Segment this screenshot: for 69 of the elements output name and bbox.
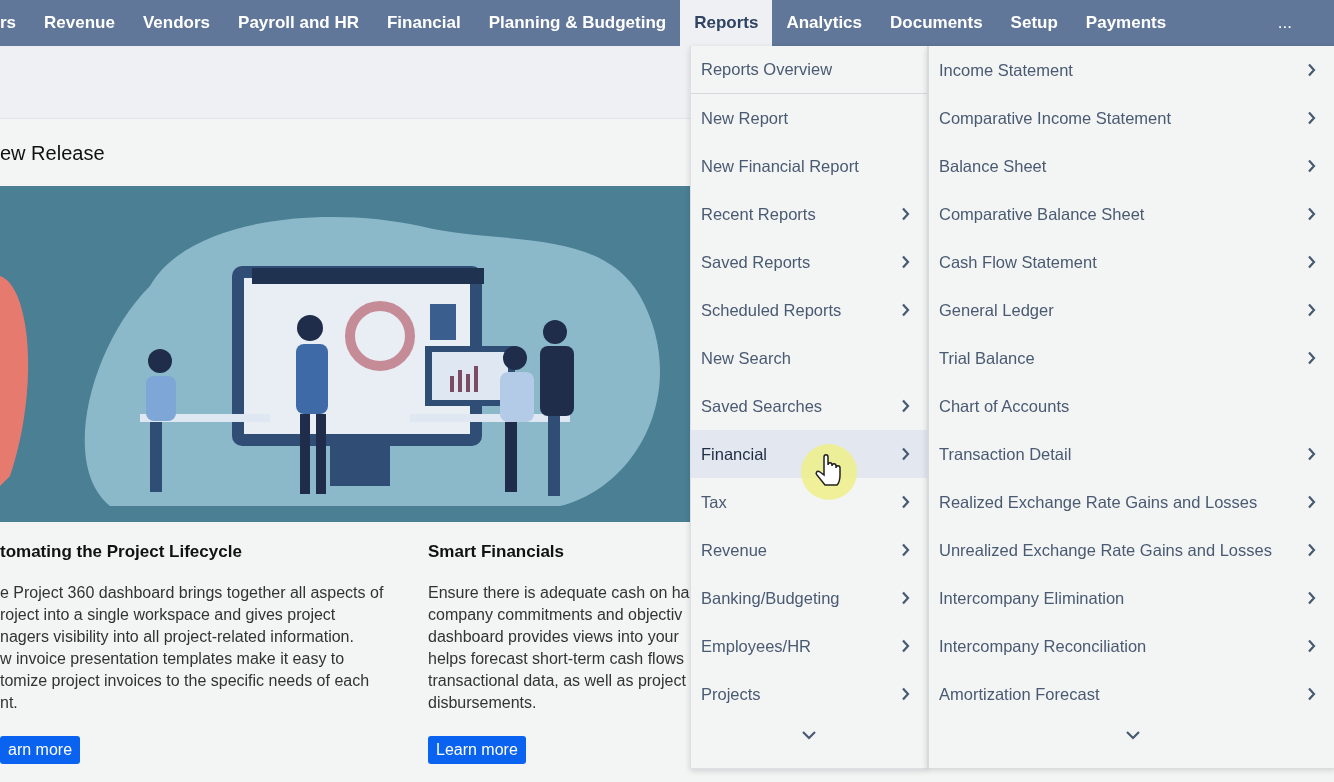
chevron-right-icon [901, 399, 910, 413]
menu-item[interactable]: Trial Balance [929, 334, 1334, 382]
nav-tab[interactable]: Planning & Budgeting [474, 0, 681, 46]
card-title: ew Release [0, 141, 106, 166]
nav-tab[interactable]: Analytics [772, 0, 877, 46]
menu-item[interactable]: New Financial Report [691, 142, 927, 190]
nav-tab[interactable]: Payments [1071, 0, 1181, 46]
menu-item[interactable]: Balance Sheet [929, 142, 1334, 190]
more-button[interactable]: ... [1271, 0, 1298, 46]
nav-tab[interactable]: Documents [876, 0, 997, 46]
nav-tab[interactable]: Reports [680, 0, 773, 46]
menu-item[interactable]: Saved Reports [691, 238, 927, 286]
feature-title: Smart Financials [428, 542, 565, 563]
chevron-right-icon [1307, 687, 1316, 701]
chevron-right-icon [901, 639, 910, 653]
chevron-right-icon [901, 255, 910, 269]
chevron-right-icon [1307, 351, 1316, 365]
chevron-right-icon [901, 207, 910, 221]
chevron-right-icon [901, 687, 910, 701]
nav-tab[interactable]: Setup [996, 0, 1072, 46]
menu-item[interactable]: Intercompany Elimination [929, 574, 1334, 622]
chevron-right-icon [1307, 63, 1316, 77]
chevron-right-icon [1307, 591, 1316, 605]
chevron-right-icon [901, 495, 910, 509]
chevron-right-icon [1307, 303, 1316, 317]
menu-item[interactable]: Employees/HR [691, 622, 927, 670]
menu-item[interactable]: Amortization Forecast [929, 670, 1334, 718]
menu-item[interactable]: Projects [691, 670, 927, 718]
menu-item[interactable]: Banking/Budgeting [691, 574, 927, 622]
menu-item[interactable]: Recent Reports [691, 190, 927, 238]
chevron-right-icon [901, 543, 910, 557]
menu-item[interactable]: Revenue [691, 526, 927, 574]
menu-item[interactable]: New Report [691, 94, 927, 142]
chevron-right-icon [1307, 543, 1316, 557]
menu-item[interactable]: General Ledger [929, 286, 1334, 334]
menu-item[interactable]: Chart of Accounts [929, 382, 1334, 430]
feature-description: e Project 360 dashboard brings together all aspects of roject into a single workspace and gives project nagers visibility into all project-related information. w invoice presentation templates make it easy to tomize project invoices to the specific needs of each nt. [0, 583, 384, 713]
chevron-right-icon [1307, 111, 1316, 125]
chevron-right-icon [1307, 159, 1316, 173]
menu-item[interactable]: Comparative Income Statement [929, 94, 1334, 142]
nav-tab[interactable]: Payroll and HR [224, 0, 373, 46]
menu-item[interactable]: Scheduled Reports [691, 286, 927, 334]
menu-item[interactable]: Transaction Detail [929, 430, 1334, 478]
menu-item[interactable]: Comparative Balance Sheet [929, 190, 1334, 238]
feature-description: Ensure there is adequate cash on ha company commitments and objectiv dashboard provides views into your helps forecast short-term cash flows transactional data, as well as project disbursements. [428, 583, 690, 713]
menu-item[interactable]: Tax [691, 478, 927, 526]
chevron-right-icon [1307, 639, 1316, 653]
chevron-right-icon [901, 303, 910, 317]
menu-item[interactable]: Saved Searches [691, 382, 927, 430]
menu-item[interactable]: Cash Flow Statement [929, 238, 1334, 286]
menu-item[interactable]: Income Statement [929, 46, 1334, 94]
chevron-right-icon [1307, 255, 1316, 269]
chevron-right-icon [901, 591, 910, 605]
learn-more-button[interactable]: Learn more [428, 736, 526, 764]
nav-tab[interactable]: Financial [372, 0, 475, 46]
chevron-right-icon [1307, 495, 1316, 509]
menu-item[interactable]: Unrealized Exchange Rate Gains and Losses [929, 526, 1334, 574]
nav-tab[interactable]: Revenue [30, 0, 129, 46]
menu-item[interactable]: New Search [691, 334, 927, 382]
menu-item[interactable]: Realized Exchange Rate Gains and Losses [929, 478, 1334, 526]
chevron-right-icon [1307, 447, 1316, 461]
menu-item[interactable]: Intercompany Reconciliation [929, 622, 1334, 670]
chevron-down-icon[interactable] [1124, 730, 1141, 740]
chevron-right-icon [1307, 207, 1316, 221]
nav-tab[interactable]: rs [0, 0, 31, 46]
chevron-down-icon[interactable] [801, 730, 817, 740]
feature-title: tomating the Project Lifecycle [0, 542, 242, 563]
learn-more-button[interactable]: arn more [0, 736, 81, 764]
nav-tab[interactable]: Vendors [128, 0, 225, 46]
